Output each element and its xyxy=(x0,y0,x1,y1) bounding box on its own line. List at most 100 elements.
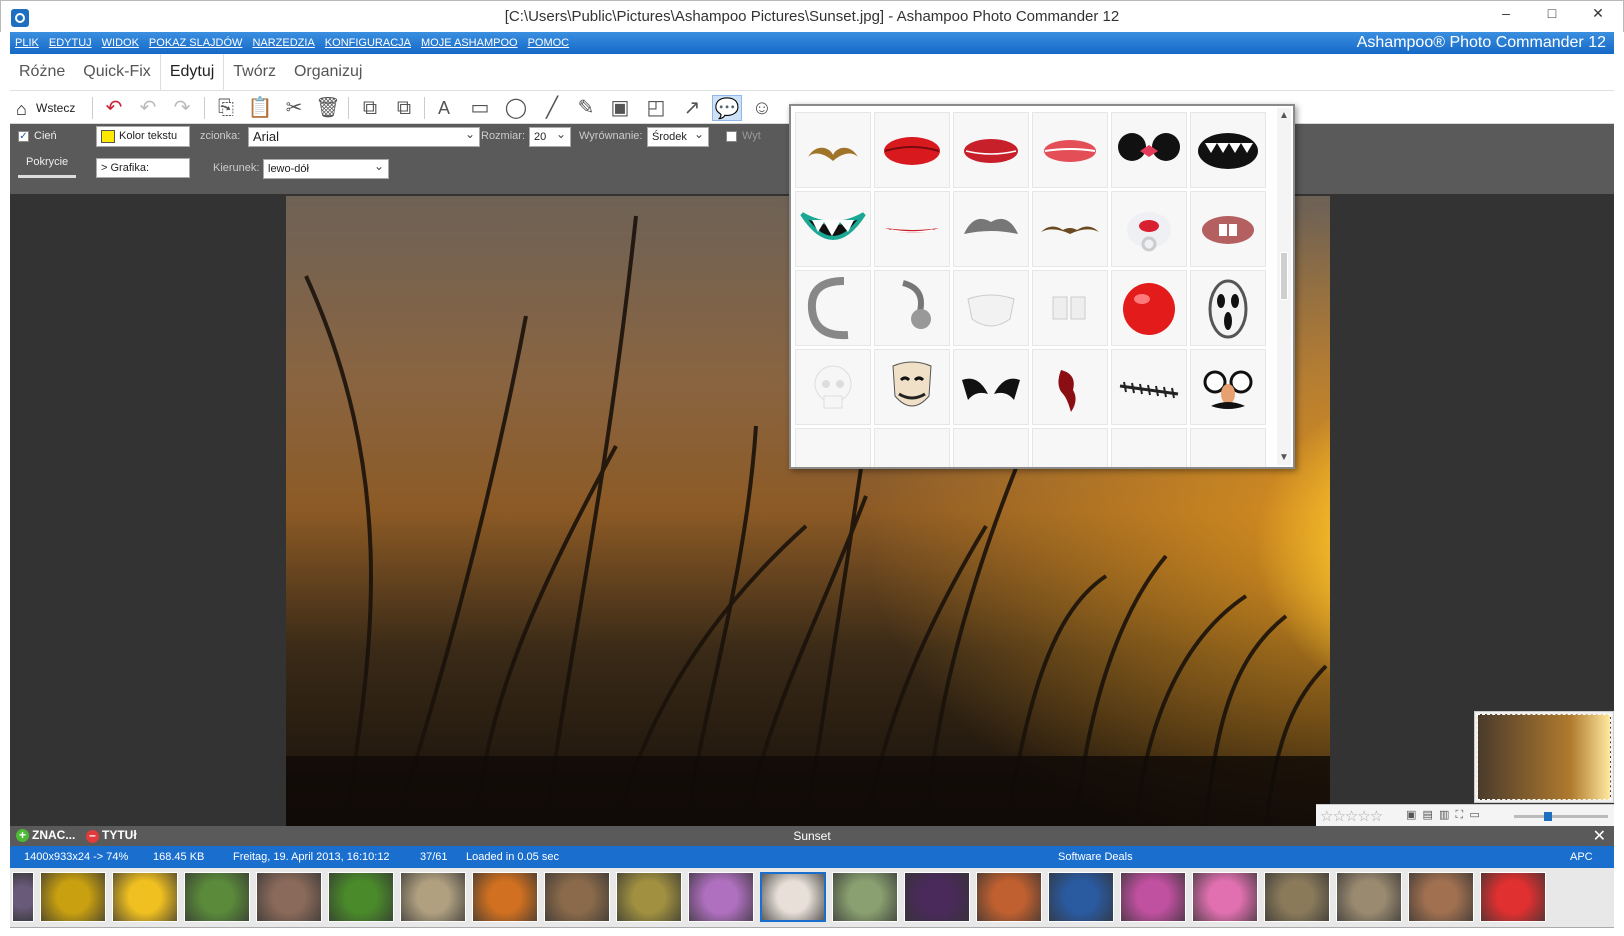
sticker-lips-print[interactable] xyxy=(1032,112,1108,188)
popup-scrollbar[interactable]: ▲ ▼ xyxy=(1277,108,1291,465)
sticker-gray-mustache[interactable] xyxy=(953,191,1029,267)
filmstrip-thumbnail[interactable] xyxy=(40,872,106,922)
direction-select[interactable]: lewo-dół xyxy=(263,157,389,179)
sticker-buck-teeth[interactable] xyxy=(1190,191,1266,267)
scroll-thumb[interactable] xyxy=(1280,252,1288,300)
sticker-thin-smile[interactable] xyxy=(874,191,950,267)
sticker-partial[interactable] xyxy=(1190,428,1266,467)
filmstrip-thumbnail[interactable] xyxy=(256,872,322,922)
smiley-icon[interactable]: ☺ xyxy=(748,95,776,121)
sticker-mouse-ears-bow[interactable] xyxy=(1111,112,1187,188)
close-icon[interactable]: ✕ xyxy=(1593,826,1606,846)
filmstrip-thumbnail[interactable] xyxy=(1336,872,1402,922)
opacity-slider[interactable] xyxy=(18,175,76,178)
speech-bubble-icon[interactable]: 💬 xyxy=(712,95,742,121)
tab-organizuj[interactable]: Organizuj xyxy=(285,54,371,90)
menu-konfiguracja[interactable]: KONFIGURACJA xyxy=(320,32,416,54)
filmstrip-thumbnail[interactable] xyxy=(1480,872,1546,922)
filmstrip-thumbnail[interactable] xyxy=(184,872,250,922)
send-back-icon[interactable]: ⧉ xyxy=(390,95,418,121)
align-select[interactable]: Środek xyxy=(647,125,709,147)
filmstrip-thumbnail[interactable] xyxy=(1264,872,1330,922)
delete-icon[interactable]: 🗑 xyxy=(314,95,342,121)
sticker-guy-fawkes-mask[interactable] xyxy=(874,349,950,425)
tab-tworz[interactable]: Twórz xyxy=(224,54,285,90)
filmstrip-thumbnail[interactable] xyxy=(472,872,538,922)
sticker-mustache-curly[interactable] xyxy=(795,112,871,188)
ellipse-icon[interactable]: ◯ xyxy=(502,95,530,121)
minimize-button[interactable]: – xyxy=(1483,1,1529,27)
sticker-skull[interactable] xyxy=(795,349,871,425)
copy-icon[interactable]: ⎘ xyxy=(212,95,240,121)
menu-pokaz-slajdow[interactable]: POKAZ SLAJDÓW xyxy=(144,32,248,54)
menu-edytuj[interactable]: EDYTUJ xyxy=(44,32,97,54)
menu-plik[interactable]: PLIK xyxy=(10,32,44,54)
redo-icon[interactable]: ↷ xyxy=(168,95,196,121)
filmstrip-thumbnail[interactable] xyxy=(760,872,826,922)
tab-quick-fix[interactable]: Quick-Fix xyxy=(74,54,160,90)
sticker-groucho-glasses[interactable] xyxy=(1190,349,1266,425)
menu-widok[interactable]: WIDOK xyxy=(97,32,144,54)
navigator-preview[interactable] xyxy=(1474,711,1614,803)
zoom-knob[interactable] xyxy=(1544,812,1552,821)
sticker-partial[interactable] xyxy=(1111,428,1187,467)
close-button[interactable]: ✕ xyxy=(1575,1,1621,27)
undo-icon[interactable]: ↶ xyxy=(134,95,162,121)
rating-stars[interactable]: ☆☆☆☆☆ xyxy=(1320,807,1383,825)
graphic-button[interactable]: > Grafika: xyxy=(96,158,190,178)
filmstrip-thumbnail[interactable] xyxy=(400,872,466,922)
callout-icon[interactable]: ◰ xyxy=(642,95,670,121)
menu-moje-ashampoo[interactable]: MOJE ASHAMPOO xyxy=(416,32,523,54)
sticker-partial[interactable] xyxy=(953,428,1029,467)
sticker-cups[interactable] xyxy=(1032,270,1108,346)
text-color-button[interactable]: Kolor tekstu xyxy=(96,126,190,147)
size-select[interactable]: 20 xyxy=(529,125,571,147)
bring-front-icon[interactable]: ⧉ xyxy=(356,95,384,121)
sticker-earring-c[interactable] xyxy=(795,270,871,346)
filmstrip-thumbnail[interactable] xyxy=(1408,872,1474,922)
scroll-up-icon[interactable]: ▲ xyxy=(1277,110,1291,121)
view-icons[interactable]: ▣ ▤ ▥ ⛶ ▭ xyxy=(1406,808,1480,822)
cut-icon[interactable]: ✂ xyxy=(280,95,308,121)
sticker-bat-wings[interactable] xyxy=(953,349,1029,425)
sticker-face-mask[interactable] xyxy=(953,270,1029,346)
sticker-partial[interactable] xyxy=(874,428,950,467)
back-button[interactable]: ⌂ Wstecz xyxy=(16,95,86,121)
sticker-vampire-mouth[interactable] xyxy=(1190,112,1266,188)
sticker-stitches[interactable] xyxy=(1111,349,1187,425)
filmstrip-thumbnail[interactable] xyxy=(1048,872,1114,922)
pencil-icon[interactable]: ✎ xyxy=(572,95,600,121)
navigator-thumbnail[interactable] xyxy=(1477,714,1611,800)
filmstrip-thumbnail[interactable] xyxy=(544,872,610,922)
wyt-checkbox[interactable] xyxy=(726,131,737,142)
sticker-scream-mask[interactable] xyxy=(1190,270,1266,346)
maximize-button[interactable]: □ xyxy=(1529,1,1575,27)
tab-edytuj[interactable]: Edytuj xyxy=(159,54,225,90)
sticker-blood-wound[interactable] xyxy=(1032,349,1108,425)
rectangle-icon[interactable]: ▭ xyxy=(466,95,494,121)
filmstrip-thumbnail[interactable] xyxy=(328,872,394,922)
scroll-down-icon[interactable]: ▼ xyxy=(1277,452,1291,463)
sticker-clown-nose[interactable] xyxy=(1111,270,1187,346)
filmstrip-thumbnail[interactable] xyxy=(12,872,34,922)
filmstrip-thumbnail[interactable] xyxy=(1192,872,1258,922)
zoom-slider[interactable] xyxy=(1514,812,1608,821)
revert-icon[interactable]: ↶ xyxy=(100,95,128,121)
filmstrip-thumbnail[interactable] xyxy=(832,872,898,922)
filmstrip-thumbnail[interactable] xyxy=(616,872,682,922)
sticker-baby-pacifier[interactable] xyxy=(1111,191,1187,267)
sticker-partial[interactable] xyxy=(1032,428,1108,467)
sticker-earring-ball[interactable] xyxy=(874,270,950,346)
font-select[interactable]: Arial xyxy=(248,125,480,147)
filmstrip-thumbnail[interactable] xyxy=(112,872,178,922)
sticker-partial[interactable] xyxy=(795,428,871,467)
filmstrip-thumbnail[interactable] xyxy=(688,872,754,922)
line-icon[interactable]: ╱ xyxy=(538,95,566,121)
tab-rozne[interactable]: Różne xyxy=(10,54,74,90)
filmstrip-thumbnail[interactable] xyxy=(904,872,970,922)
shadow-checkbox[interactable]: ✓ xyxy=(18,131,29,142)
image-insert-icon[interactable]: ▣ xyxy=(606,95,634,121)
sticker-lips-kiss[interactable] xyxy=(953,112,1029,188)
menu-pomoc[interactable]: POMOC xyxy=(523,32,575,54)
filmstrip-thumbnail[interactable] xyxy=(1120,872,1186,922)
